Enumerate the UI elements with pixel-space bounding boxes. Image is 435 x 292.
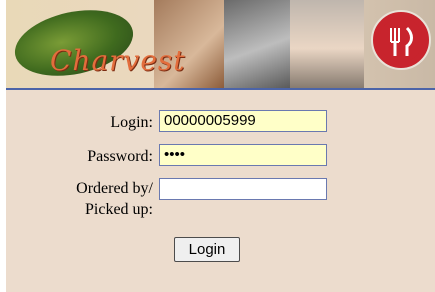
password-input[interactable]: ••••: [159, 144, 327, 166]
login-row: Login: 00000005999: [6, 110, 435, 136]
banner-photo-2: [224, 0, 290, 88]
password-label: Password:: [87, 148, 153, 165]
login-page: Charvest Login: 00000005999 Password: ••…: [6, 0, 435, 292]
ordered-by-row: Ordered by/ Picked up:: [6, 178, 435, 226]
banner-photo-3: [290, 0, 364, 88]
ordered-by-label-line1: Ordered by/: [76, 180, 153, 197]
password-row: Password: ••••: [6, 144, 435, 170]
ordered-by-label: Ordered by/ Picked up:: [76, 178, 153, 220]
ordered-by-input[interactable]: [159, 178, 327, 200]
brand-name: Charvest: [50, 44, 186, 77]
header-banner: Charvest: [6, 0, 435, 90]
login-input[interactable]: 00000005999: [159, 110, 327, 132]
login-button[interactable]: Login: [174, 237, 240, 262]
cutlery-logo-icon: [371, 10, 431, 70]
banner-stripe: [6, 88, 435, 90]
login-label: Login:: [110, 114, 153, 131]
ordered-by-label-line2: Picked up:: [85, 201, 153, 218]
